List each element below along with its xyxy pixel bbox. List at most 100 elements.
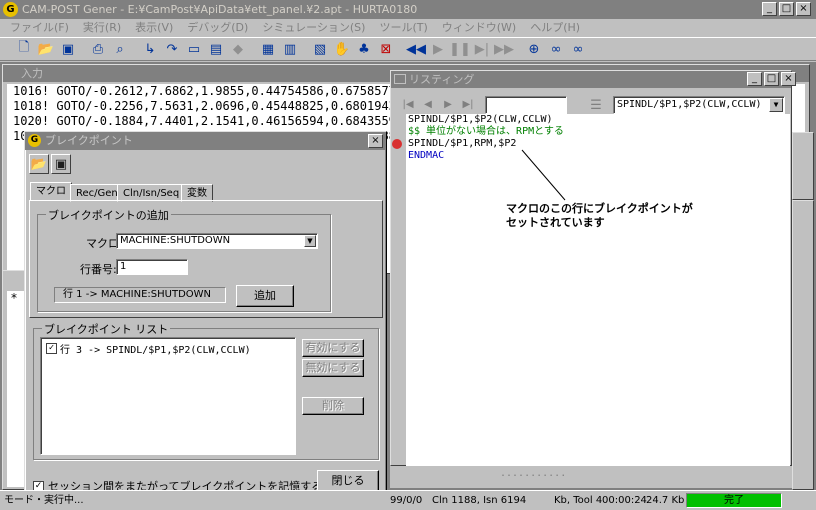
- tree-icon[interactable]: ♣: [354, 39, 374, 59]
- clear-breakpoint-icon[interactable]: ◆: [228, 39, 248, 59]
- breakpoint-list[interactable]: ✓ 行 3 -> SPINDL/$P1,$P2(CLW,CCLW): [40, 337, 296, 455]
- menu-item-4[interactable]: シミュレーション(S): [262, 19, 365, 36]
- code-line[interactable]: $$ 単位がない場合は、RPMとする: [406, 126, 790, 138]
- list-group-label: ブレイクポイント リスト: [42, 321, 171, 337]
- find-icon[interactable]: ⌕: [110, 39, 130, 59]
- save-icon[interactable]: ▣: [58, 39, 78, 59]
- output-window-title-text: 入力: [21, 67, 43, 80]
- maximize-button[interactable]: □: [779, 2, 794, 16]
- listing-toolbar: |◀ ◀ ▶ ▶|: [399, 95, 477, 113]
- minimize-button[interactable]: _: [762, 2, 777, 16]
- main-toolbar: 🗋 📂 ▣ ⎙ ⌕ ↳ ↷ ▭ ▤ ◆ ▦ ▥ ▧ ✋ ♣ ⊠ ◀◀ ▶ ❚❚ ▶| ▶▶ ⊕ ∞ ∞: [0, 37, 816, 61]
- toggle-breakpoint-icon[interactable]: ▤: [206, 39, 226, 59]
- enable-button[interactable]: 有効にする: [302, 339, 364, 357]
- step-into-icon[interactable]: ↳: [140, 39, 160, 59]
- code-line[interactable]: SPINDL/$P1,$P2(CLW,CCLW): [406, 114, 790, 126]
- listing-nav-last-icon[interactable]: ▶|: [459, 95, 477, 113]
- status-time: 00:00:24: [602, 495, 647, 506]
- status-tool: Kb, Tool 4: [554, 495, 603, 506]
- window1-icon[interactable]: ▦: [258, 39, 278, 59]
- dialog-save-icon[interactable]: ▣: [51, 154, 71, 174]
- add-breakpoint-group: ブレイクポイントの追加 マクロ: MACHINE:SHUTDOWN ▼ 行番号:…: [37, 207, 331, 312]
- code-line-text: $$ 単位がない場合は、RPMとする: [408, 126, 564, 137]
- menu-item-3[interactable]: デバッグ(D): [187, 19, 248, 36]
- listing-list-icon[interactable]: ☰: [587, 96, 605, 114]
- close-button[interactable]: ×: [796, 2, 811, 16]
- menu-bar: ファイル(F) 実行(R) 表示(V) デバッグ(D) シミュレーション(S) ツール(T…: [0, 19, 816, 36]
- code-line-text: ENDMAC: [408, 150, 445, 161]
- menu-item-6[interactable]: ウィンドウ(W): [442, 19, 516, 36]
- menu-item-0[interactable]: ファイル(F): [10, 19, 69, 36]
- step-icon[interactable]: ▶|: [472, 39, 492, 59]
- menu-item-2[interactable]: 表示(V): [135, 19, 173, 36]
- listing-nav-prev-icon[interactable]: ◀: [419, 95, 437, 113]
- annotation-line-1: マクロのこの行にブレイクポイントが: [506, 202, 693, 215]
- binoculars2-icon[interactable]: ∞: [546, 39, 566, 59]
- close-dialog-button[interactable]: 閉じる: [317, 470, 379, 492]
- dialog-title-bar: G ブレイクポイント ×: [25, 132, 386, 150]
- dialog-close-button[interactable]: ×: [368, 134, 383, 148]
- listing-minimize-button[interactable]: _: [747, 72, 762, 86]
- stop-icon[interactable]: ⊠: [376, 39, 396, 59]
- delete-button[interactable]: 削除: [302, 397, 364, 415]
- title-bar: G CAM-POST Gener - E:¥CamPost¥ApiData¥et…: [0, 0, 816, 19]
- print-preview-icon[interactable]: ⎙: [88, 39, 108, 59]
- line-number-label: 行番号:: [80, 263, 117, 276]
- dialog-title: ブレイクポイント: [45, 134, 133, 147]
- dialog-open-folder-icon[interactable]: 📂: [29, 154, 49, 174]
- window2-icon[interactable]: ▥: [280, 39, 300, 59]
- macro-select-value: SPINDL/$P1,$P2(CLW,CCLW): [617, 99, 762, 110]
- breakpoint-preview: 行 1 -> MACHINE:SHUTDOWN: [54, 287, 226, 303]
- code-line[interactable]: ENDMAC: [406, 150, 790, 162]
- menu-item-1[interactable]: 実行(R): [83, 19, 121, 36]
- breakpoint-dialog: G ブレイクポイント × 📂 ▣ マクロ Rec/Gen Cln/Isn/Seq…: [24, 131, 387, 497]
- listing-code-area[interactable]: SPINDL/$P1,$P2(CLW,CCLW) $$ 単位がない場合は、RPMと…: [392, 114, 790, 466]
- listing-footer-text: ...........: [500, 468, 567, 479]
- status-progress-bar: 完了: [686, 493, 782, 508]
- listing-nav-first-icon[interactable]: |◀: [399, 95, 417, 113]
- new-file-icon[interactable]: 🗋: [14, 39, 34, 59]
- listing-icon: [394, 74, 406, 84]
- list-item[interactable]: ✓ 行 3 -> SPINDL/$P1,$P2(CLW,CCLW): [46, 341, 251, 356]
- menu-item-7[interactable]: ヘルプ(H): [530, 19, 580, 36]
- binoculars-icon[interactable]: ⊕: [524, 39, 544, 59]
- status-progress-fill: 完了: [687, 494, 781, 507]
- disable-button[interactable]: 無効にする: [302, 359, 364, 377]
- add-button[interactable]: 追加: [236, 285, 294, 307]
- window3-icon[interactable]: ▧: [310, 39, 330, 59]
- listing-search-input[interactable]: [485, 96, 567, 114]
- listing-title-text: リスティング: [409, 73, 475, 86]
- play-icon[interactable]: ▶: [428, 39, 448, 59]
- step-over-icon[interactable]: ↷: [162, 39, 182, 59]
- pause-icon[interactable]: ❚❚: [449, 39, 471, 59]
- binoculars3-icon[interactable]: ∞: [568, 39, 588, 59]
- open-folder-icon[interactable]: 📂: [36, 39, 56, 59]
- window-title: CAM-POST Gener - E:¥CamPost¥ApiData¥ett_…: [22, 3, 418, 16]
- macro-combo[interactable]: MACHINE:SHUTDOWN ▼: [116, 233, 318, 249]
- line-number-input[interactable]: 1: [116, 259, 188, 275]
- right-window-bottom: [792, 200, 814, 490]
- app-window: G CAM-POST Gener - E:¥CamPost¥ApiData¥et…: [0, 0, 816, 510]
- listing-close-button[interactable]: ×: [781, 72, 796, 86]
- hand-icon[interactable]: ✋: [332, 39, 352, 59]
- chevron-down-icon[interactable]: ▼: [769, 98, 783, 112]
- listing-maximize-button[interactable]: □: [764, 72, 779, 86]
- breakpoint-list-group: ブレイクポイント リスト ✓ 行 3 -> SPINDL/$P1,$P2(CLW…: [33, 321, 379, 460]
- menu-item-5[interactable]: ツール(T): [379, 19, 427, 36]
- right-window-top: [792, 132, 814, 200]
- annotation-line-2: セットされています: [506, 216, 605, 229]
- macro-select[interactable]: SPINDL/$P1,$P2(CLW,CCLW) ▼: [613, 96, 785, 114]
- macro-combo-chevron-down-icon[interactable]: ▼: [304, 235, 316, 247]
- code-line[interactable]: SPINDL/$P1,RPM,$P2: [392, 138, 790, 150]
- rewind-icon[interactable]: ◀◀: [406, 39, 426, 59]
- dialog-app-icon: G: [28, 134, 41, 147]
- status-progress-text: 完了: [724, 495, 744, 506]
- status-size: 24.7 Kb: [646, 495, 685, 506]
- macro-combo-value: MACHINE:SHUTDOWN: [120, 235, 231, 246]
- fast-forward-icon[interactable]: ▶▶: [494, 39, 514, 59]
- run-to-icon[interactable]: ▭: [184, 39, 204, 59]
- tab-macro[interactable]: マクロ: [30, 182, 72, 201]
- list-item-checkbox[interactable]: ✓: [46, 343, 57, 354]
- listing-nav-next-icon[interactable]: ▶: [439, 95, 457, 113]
- breakpoint-marker-icon[interactable]: [392, 139, 402, 149]
